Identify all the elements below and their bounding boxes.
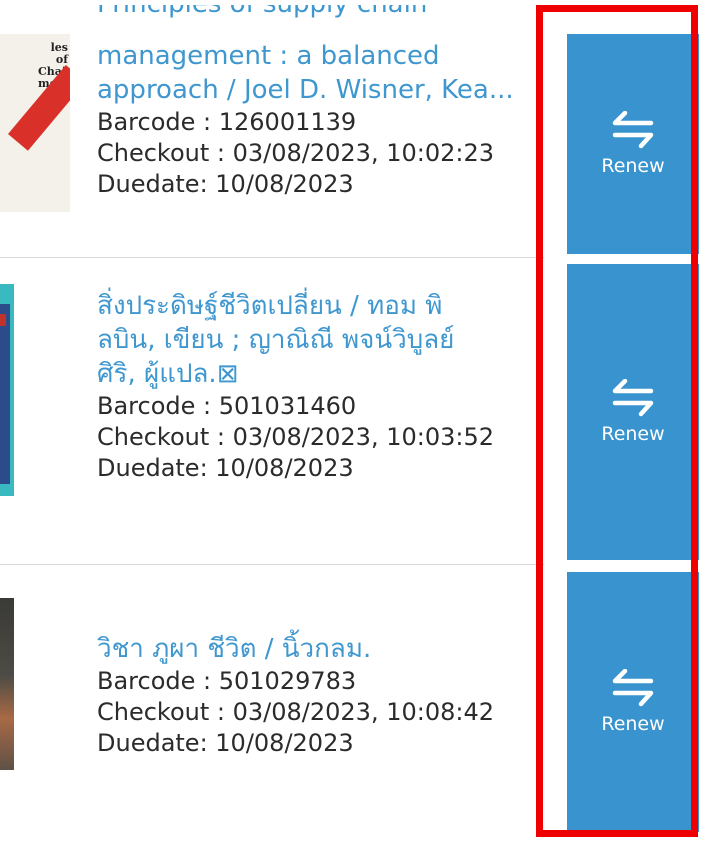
book-title-partial[interactable]: Principles of supply chain — [97, 5, 537, 39]
loan-list: les of Chain ment Principles of supply c… — [0, 0, 715, 849]
barcode: Barcode : 501031460 — [97, 392, 357, 420]
renew-label: Renew — [601, 155, 665, 177]
book-title-line[interactable]: approach / Joel D. Wisner, Kea... — [97, 73, 537, 107]
loan-details: วิชา ภูผา ชีวิต / นิ้วกลม. Barcode : 501… — [97, 632, 537, 759]
book-title-line[interactable]: ลบิน, เขียน ; ญาณิณี พจน์วิบูลย์ — [97, 323, 537, 357]
due-date: Duedate: 10/08/2023 — [97, 729, 354, 757]
book-title-line[interactable]: ศิริ, ผู้แปล.⊠ — [97, 357, 537, 391]
book-cover — [0, 284, 14, 496]
swap-arrows-icon — [612, 379, 654, 417]
checkout-date: Checkout : 03/08/2023, 10:08:42 — [97, 698, 494, 726]
loan-details: สิ่งประดิษฐ์ชีวิตเปลี่ยน / ทอม พิ ลบิน, … — [97, 289, 537, 484]
renew-button[interactable]: Renew — [567, 264, 699, 560]
renew-label: Renew — [601, 713, 665, 735]
renew-label: Renew — [601, 423, 665, 445]
due-date: Duedate: 10/08/2023 — [97, 170, 354, 198]
cover-panel — [0, 304, 10, 484]
book-title-line[interactable]: วิชา ภูผา ชีวิต / นิ้วกลม. — [97, 632, 537, 666]
cover-accent — [0, 314, 6, 326]
book-cover — [0, 598, 14, 770]
book-title-line[interactable]: สิ่งประดิษฐ์ชีวิตเปลี่ยน / ทอม พิ — [97, 289, 537, 323]
checkout-date: Checkout : 03/08/2023, 10:03:52 — [97, 423, 494, 451]
swap-arrows-icon — [612, 669, 654, 707]
book-cover: les of Chain ment — [0, 34, 70, 212]
due-date: Duedate: 10/08/2023 — [97, 454, 354, 482]
barcode: Barcode : 501029783 — [97, 667, 357, 695]
book-title-line[interactable]: management : a balanced — [97, 39, 537, 73]
renew-button[interactable]: Renew — [567, 34, 699, 254]
checkout-date: Checkout : 03/08/2023, 10:02:23 — [97, 139, 494, 167]
barcode: Barcode : 126001139 — [97, 108, 357, 136]
swap-arrows-icon — [612, 111, 654, 149]
loan-details: Principles of supply chain management : … — [97, 5, 537, 200]
renew-button[interactable]: Renew — [567, 572, 699, 832]
